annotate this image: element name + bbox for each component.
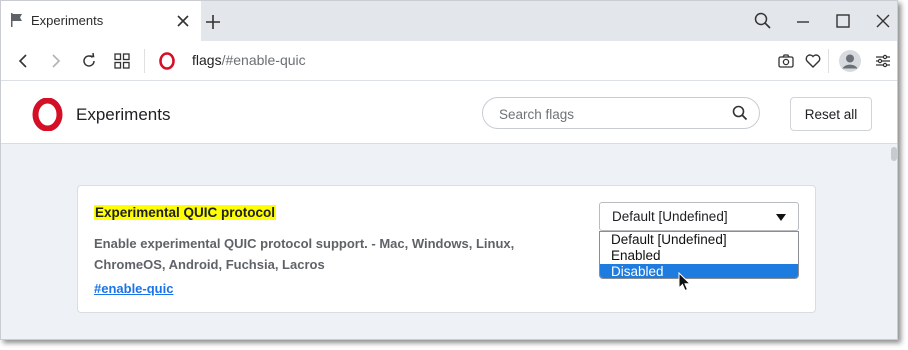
option-default[interactable]: Default [Undefined]: [600, 232, 798, 248]
option-disabled[interactable]: Disabled: [600, 264, 798, 278]
select-dropdown-list: Default [Undefined] Enabled Disabled: [599, 231, 799, 279]
url-host: flags: [192, 52, 222, 68]
new-tab-icon[interactable]: [204, 13, 222, 31]
page-header: Experiments Reset all: [1, 81, 897, 144]
tab-strip: Experiments: [1, 1, 897, 41]
dropdown-arrow-icon: [776, 214, 786, 221]
reset-all-button[interactable]: Reset all: [790, 97, 872, 131]
heart-icon[interactable]: [803, 51, 823, 71]
address-toolbar: flags/#enable-quic: [1, 41, 897, 81]
tab-experiments[interactable]: Experiments: [1, 1, 201, 41]
address-field[interactable]: flags/#enable-quic: [192, 52, 306, 68]
page-title: Experiments: [76, 105, 171, 124]
forward-icon[interactable]: [45, 51, 65, 71]
toolbar-separator: [144, 49, 145, 73]
search-input[interactable]: [497, 104, 721, 124]
speed-dial-icon[interactable]: [112, 51, 132, 71]
tab-title: Experiments: [31, 13, 104, 28]
minimize-icon[interactable]: [793, 11, 813, 31]
flag-title: Experimental QUIC protocol: [94, 205, 277, 220]
mouse-pointer-icon: [678, 272, 692, 292]
browser-window: Experiments flags/#enable-quic Experimen…: [0, 0, 898, 340]
back-icon[interactable]: [14, 51, 34, 71]
easy-setup-icon[interactable]: [873, 51, 893, 71]
flag-state-select[interactable]: Default [Undefined]: [599, 202, 799, 231]
flag-permalink[interactable]: #enable-quic: [94, 281, 173, 296]
opera-logo-icon[interactable]: [157, 51, 177, 71]
url-path: /#enable-quic: [221, 52, 306, 68]
profile-avatar-icon[interactable]: [838, 49, 862, 73]
search-tabs-icon[interactable]: [753, 11, 773, 31]
reload-icon[interactable]: [79, 51, 99, 71]
search-icon[interactable]: [731, 104, 749, 122]
search-box: [482, 97, 760, 129]
select-value: Default [Undefined]: [612, 209, 728, 224]
maximize-icon[interactable]: [833, 11, 853, 31]
scrollbar-thumb[interactable]: [891, 147, 897, 161]
opera-logo-icon: [32, 98, 63, 131]
flag-icon: [11, 13, 22, 27]
close-window-icon[interactable]: [873, 11, 893, 31]
flag-description: Enable experimental QUIC protocol suppor…: [94, 236, 515, 272]
toolbar-separator: [828, 49, 829, 73]
close-tab-icon[interactable]: [173, 11, 193, 31]
camera-icon[interactable]: [776, 51, 796, 71]
option-enabled[interactable]: Enabled: [600, 248, 798, 264]
